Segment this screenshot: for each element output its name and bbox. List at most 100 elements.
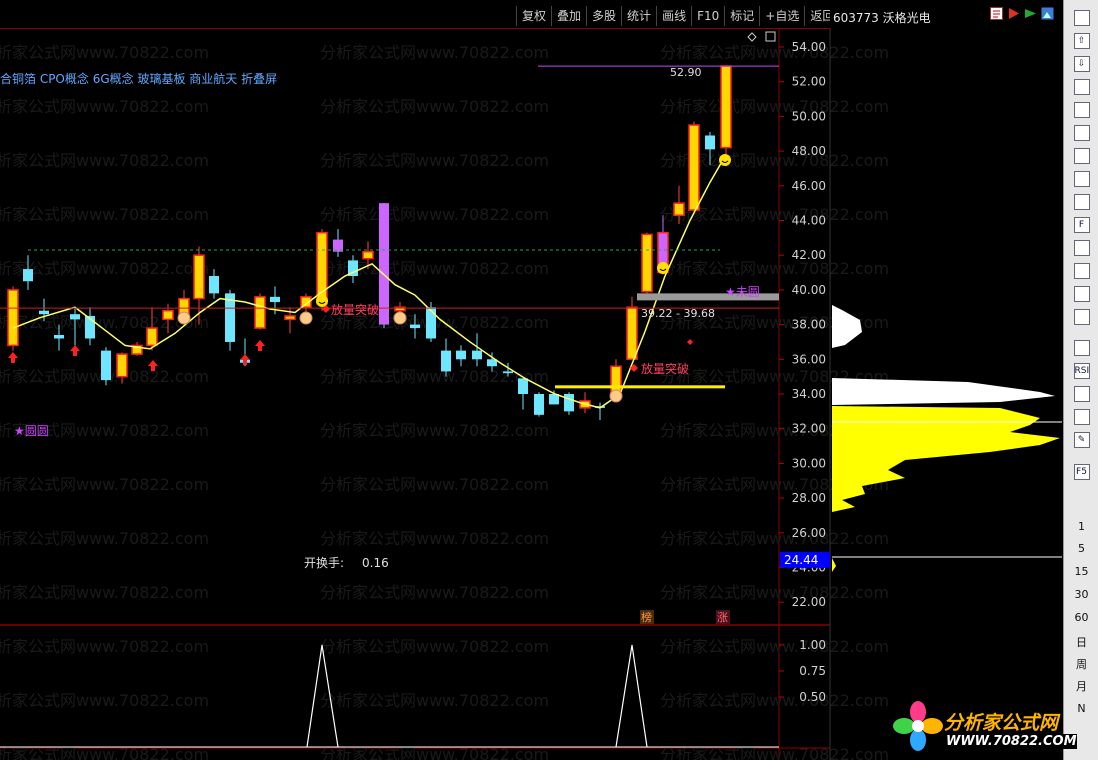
logo-url: WWW.70822.COM xyxy=(946,734,1077,749)
table-icon[interactable] xyxy=(1068,100,1095,120)
candle-body-up[interactable] xyxy=(720,65,732,149)
period-tab-日[interactable]: 日 xyxy=(1068,632,1095,652)
candle-body-up[interactable] xyxy=(641,233,653,293)
home-icon[interactable] xyxy=(1068,8,1095,28)
candle-body-down[interactable] xyxy=(426,307,436,339)
gift-icon[interactable] xyxy=(1068,384,1095,404)
money-icon[interactable] xyxy=(1068,261,1095,281)
hand-pointer-icon xyxy=(177,311,191,325)
candle-body-down[interactable] xyxy=(101,350,111,381)
toolbar-button-0[interactable]: 复权 xyxy=(516,6,551,26)
line-chart-icon-glyph xyxy=(1073,125,1090,141)
watermark-text: 分析家公式网www.70822.com xyxy=(0,97,209,116)
down-arrow-icon[interactable]: ⇩ xyxy=(1068,54,1095,74)
candle-body-down[interactable] xyxy=(518,378,528,394)
hand-pointer-icon xyxy=(393,311,407,325)
f-icon[interactable] xyxy=(1068,284,1095,304)
toolbar-button-5[interactable]: F10 xyxy=(691,6,724,26)
price-axis-label: 26.00 xyxy=(792,526,826,540)
candle-body-up[interactable] xyxy=(362,250,374,260)
move-icon[interactable] xyxy=(1068,407,1095,427)
list-icon-glyph xyxy=(1073,171,1090,187)
grid-icon[interactable] xyxy=(1068,77,1095,97)
watermark-text: 分析家公式网www.70822.com xyxy=(320,43,549,62)
candle-body-down[interactable] xyxy=(564,394,574,412)
price-axis-label: 34.00 xyxy=(792,387,826,401)
toolbar-button-4[interactable]: 画线 xyxy=(656,6,691,26)
notes-icon[interactable] xyxy=(990,7,1003,20)
candle-body-down[interactable] xyxy=(379,203,389,325)
up-arrow-icon[interactable]: ⇧ xyxy=(1068,31,1095,51)
candle-body-down[interactable] xyxy=(705,135,715,150)
candle-body-up[interactable] xyxy=(284,315,296,321)
candle-body-down[interactable] xyxy=(39,310,49,315)
flower-logo-icon xyxy=(893,701,943,751)
home-icon-glyph xyxy=(1073,10,1090,26)
candle-body-down[interactable] xyxy=(54,335,64,339)
toolbar-button-2[interactable]: 多股 xyxy=(586,6,621,26)
price-axis-label: 46.00 xyxy=(792,179,826,193)
toolbar-button-3[interactable]: 统计 xyxy=(621,6,656,26)
right-sidebar: ⇧ ⇩ F RSI ✎ F5 1 5 15 30 60 日周月 N xyxy=(1063,0,1098,760)
toolbar-button-7[interactable]: +自选 xyxy=(759,6,804,26)
f-alt-icon-glyph xyxy=(1073,309,1090,325)
candle-body-down[interactable] xyxy=(70,314,80,320)
document-icon[interactable] xyxy=(1068,192,1095,212)
pencil-icon[interactable]: ✎ xyxy=(1068,430,1095,450)
candle-body-up[interactable] xyxy=(316,231,328,305)
candle-body-down[interactable] xyxy=(23,269,33,282)
period-tab-1[interactable]: 1 xyxy=(1068,516,1095,536)
period-tab-月[interactable]: 月 xyxy=(1068,676,1095,696)
candle-body-down[interactable] xyxy=(534,394,544,415)
toolbar-button-6[interactable]: 标记 xyxy=(724,6,759,26)
watermark-text: 分析家公式网www.70822.com xyxy=(320,97,549,116)
period-tab-5[interactable]: 5 xyxy=(1068,538,1095,558)
candle-body-down[interactable] xyxy=(209,276,219,294)
info-icon[interactable] xyxy=(1068,238,1095,258)
list-icon[interactable] xyxy=(1068,169,1095,189)
rsi-icon[interactable]: RSI xyxy=(1068,361,1095,381)
watermark-text: 分析家公式网www.70822.com xyxy=(660,691,889,710)
period-tab-60[interactable]: 60 xyxy=(1068,607,1095,627)
candle-body-up[interactable] xyxy=(162,309,174,321)
arrow-green-icon[interactable] xyxy=(1024,7,1037,20)
line-chart-icon[interactable] xyxy=(1068,123,1095,143)
range-label: 39.22 - 39.68 xyxy=(641,307,715,320)
f5-icon[interactable]: F5 xyxy=(1068,462,1095,482)
period-tab-周[interactable]: 周 xyxy=(1068,654,1095,674)
watermark-text: 分析家公式网www.70822.com xyxy=(660,583,889,602)
candle-icon[interactable] xyxy=(1068,146,1095,166)
candle-body-down[interactable] xyxy=(456,350,466,360)
f10-icon[interactable]: F xyxy=(1068,215,1095,235)
move-icon-glyph xyxy=(1073,409,1090,425)
high-price-label: 52.90 xyxy=(670,66,702,79)
breakout-label: 放量突破 xyxy=(331,302,379,317)
candle-body-down[interactable] xyxy=(270,296,280,303)
macd-icon[interactable] xyxy=(1068,338,1095,358)
badge-limit: 涨 xyxy=(717,611,728,624)
candle-body-down[interactable] xyxy=(441,350,451,372)
candle-body-down[interactable] xyxy=(472,350,482,360)
candle-body-up[interactable] xyxy=(146,327,158,347)
play-flag-icon[interactable] xyxy=(1007,7,1020,20)
toolbar-button-1[interactable]: 叠加 xyxy=(551,6,586,26)
candle-body-up[interactable] xyxy=(626,306,638,361)
period-tab-15[interactable]: 15 xyxy=(1068,561,1095,581)
turnover-label: 开换手: xyxy=(304,556,344,570)
candle-body-up[interactable] xyxy=(116,353,128,378)
candle-body-up[interactable] xyxy=(193,254,205,300)
candle-body-up[interactable] xyxy=(254,296,266,329)
watermark-text: 分析家公式网www.70822.com xyxy=(0,691,209,710)
watermark-text: 分析家公式网www.70822.com xyxy=(0,151,209,170)
candlestick-chart[interactable]: 分析家公式网www.70822.com 分析家公式网www.70822.com 分析… xyxy=(0,0,1063,760)
candle-body-down[interactable] xyxy=(503,371,513,374)
info-icon-glyph xyxy=(1073,240,1090,256)
candle-body-up[interactable] xyxy=(673,202,685,217)
f-alt-icon[interactable] xyxy=(1068,307,1095,327)
candle-body-up[interactable] xyxy=(7,289,19,347)
current-price-label: 24.44 xyxy=(784,553,818,567)
candle-body-down[interactable] xyxy=(410,324,420,329)
period-tab-30[interactable]: 30 xyxy=(1068,584,1095,604)
image-icon[interactable] xyxy=(1041,7,1054,20)
candle-body-up[interactable] xyxy=(688,124,700,211)
